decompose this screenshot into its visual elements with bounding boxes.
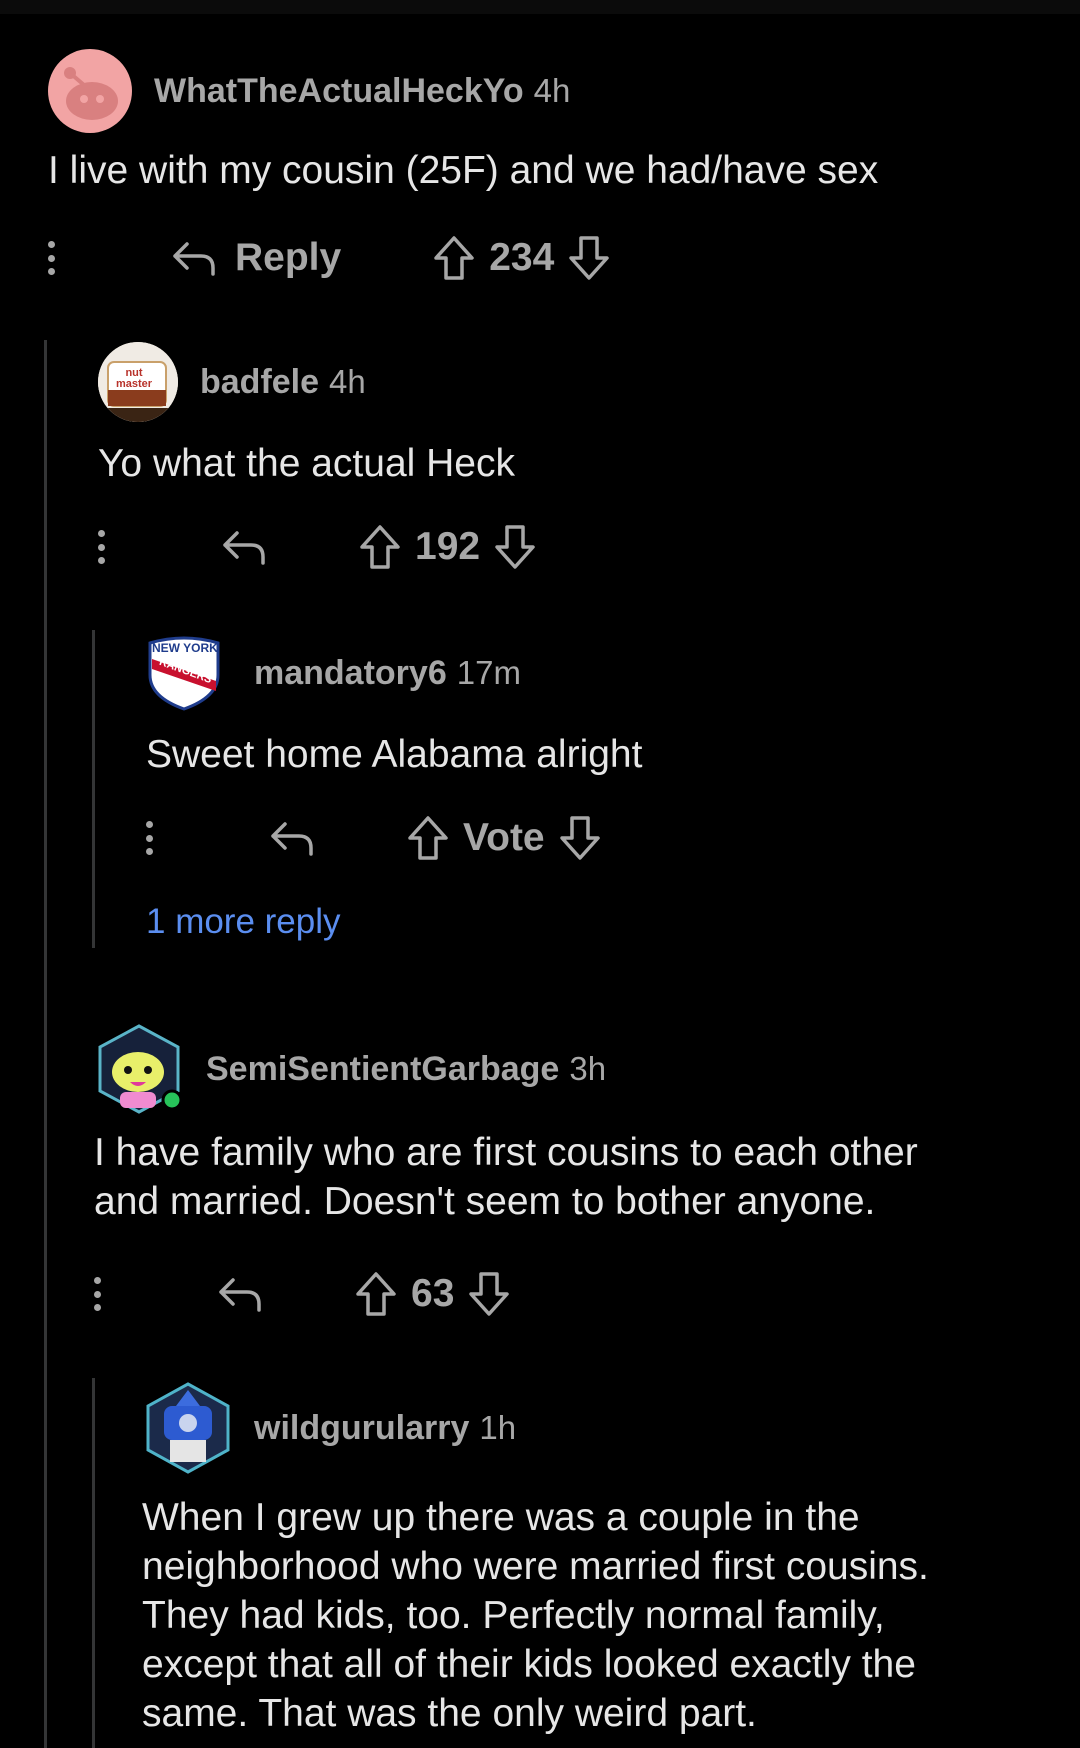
avatar-snoo[interactable] <box>48 49 132 133</box>
timestamp: 4h <box>533 72 571 109</box>
reply-button[interactable] <box>217 1274 263 1314</box>
comment-header: wildgurularry 1h <box>142 1382 1042 1474</box>
more-icon[interactable] <box>48 241 56 275</box>
avatar-label: nut master <box>115 367 153 390</box>
reply-button[interactable] <box>269 818 315 858</box>
thread-line[interactable] <box>92 1378 95 1748</box>
reply-button[interactable] <box>221 527 267 567</box>
upvote-icon[interactable] <box>407 815 449 861</box>
comment-body-line: When I grew up there was a couple in the <box>142 1496 860 1539</box>
comment-actions: 63 <box>94 1264 1033 1324</box>
reply-icon <box>271 822 313 856</box>
reply-icon <box>223 531 265 565</box>
comment-body: I have family who are first cousins to e… <box>94 1128 1033 1226</box>
reply-label: Reply <box>235 236 342 279</box>
comment-semisentientgarbage: SemiSentientGarbage 3h I have family who… <box>94 1024 1033 1324</box>
comment-actions: Reply 234 <box>48 228 1033 288</box>
comment-whattheactualheckyo: WhatTheActualHeckYo 4h I live with my co… <box>48 46 1033 286</box>
vote-group: 192 <box>359 524 536 570</box>
thread-line[interactable] <box>44 340 47 1748</box>
timestamp: 17m <box>456 654 521 691</box>
avatar-robot[interactable] <box>142 1382 234 1474</box>
comment-wildgurularry: wildgurularry 1h When I grew up there wa… <box>142 1382 1042 1748</box>
vote-label: Vote <box>463 816 545 859</box>
reply-button[interactable]: Reply <box>171 236 341 280</box>
upvote-icon[interactable] <box>355 1271 397 1317</box>
comment-body: Sweet home Alabama alright <box>146 733 643 776</box>
comment-body-line: same. That was the only weird part. <box>142 1692 757 1735</box>
vote-group: 63 <box>355 1271 510 1317</box>
timestamp: 1h <box>479 1409 517 1446</box>
vote-score: 63 <box>411 1272 455 1315</box>
thread-line[interactable] <box>92 630 95 948</box>
reply-icon <box>219 1278 261 1312</box>
comment-header: nut master badfele 4h <box>98 337 1033 427</box>
avatar-label-top: NEW YORK <box>152 641 218 655</box>
avatar-rangers[interactable]: NEW YORK RANGERS <box>146 635 222 711</box>
downvote-icon[interactable] <box>568 235 610 281</box>
downvote-icon[interactable] <box>559 815 601 861</box>
robot-avatar-icon <box>146 1382 230 1474</box>
vote-score: 192 <box>415 525 481 568</box>
comment-actions: 192 <box>98 517 1033 577</box>
timestamp: 4h <box>329 363 366 400</box>
username[interactable]: SemiSentientGarbage <box>206 1050 559 1089</box>
username[interactable]: badfele <box>200 363 319 402</box>
reply-icon <box>173 242 215 276</box>
comment-body-line: neighborhood who were married first cous… <box>142 1545 929 1588</box>
comment-body-line: and married. Doesn't seem to bother anyo… <box>94 1180 876 1223</box>
comment-header: SemiSentientGarbage 3h <box>94 1024 1033 1114</box>
more-icon[interactable] <box>146 821 154 855</box>
more-replies-link[interactable]: 1 more reply <box>146 902 341 942</box>
downvote-icon[interactable] <box>494 524 536 570</box>
more-icon[interactable] <box>94 1277 102 1311</box>
comment-body: I live with my cousin (25F) and we had/h… <box>48 149 879 192</box>
snoo-avatar-icon <box>98 1024 183 1114</box>
more-icon[interactable] <box>98 530 106 564</box>
comment-body: When I grew up there was a couple in the… <box>142 1493 1042 1738</box>
vote-group: 234 <box>433 235 610 281</box>
timestamp: 3h <box>569 1050 607 1087</box>
avatar-snoo-nft[interactable] <box>94 1024 184 1114</box>
downvote-icon[interactable] <box>468 1271 510 1317</box>
avatar-nut-master[interactable]: nut master <box>98 342 178 422</box>
comment-actions: Vote <box>146 808 1033 868</box>
upvote-icon[interactable] <box>433 235 475 281</box>
comment-body-line: I have family who are first cousins to e… <box>94 1131 918 1174</box>
vote-score: 234 <box>489 236 555 279</box>
username[interactable]: wildgurularry <box>254 1409 469 1448</box>
comment-body-line: except that all of their kids looked exa… <box>142 1643 916 1686</box>
comment-mandatory6: NEW YORK RANGERS mandatory6 17m Sweet ho… <box>146 628 1033 948</box>
comment-badfele: nut master badfele 4h Yo what the actual… <box>98 337 1033 577</box>
username[interactable]: mandatory6 <box>254 654 447 693</box>
comment-body: Yo what the actual Heck <box>98 442 515 485</box>
comment-body-line: They had kids, too. Perfectly normal fam… <box>142 1594 885 1637</box>
username[interactable]: WhatTheActualHeckYo <box>154 72 524 111</box>
comment-header: WhatTheActualHeckYo 4h <box>48 46 1033 136</box>
comment-header: NEW YORK RANGERS mandatory6 17m <box>146 628 1033 718</box>
status-strip <box>0 0 1080 14</box>
snoo-icon <box>64 67 118 120</box>
vote-group: Vote <box>407 815 601 861</box>
upvote-icon[interactable] <box>359 524 401 570</box>
